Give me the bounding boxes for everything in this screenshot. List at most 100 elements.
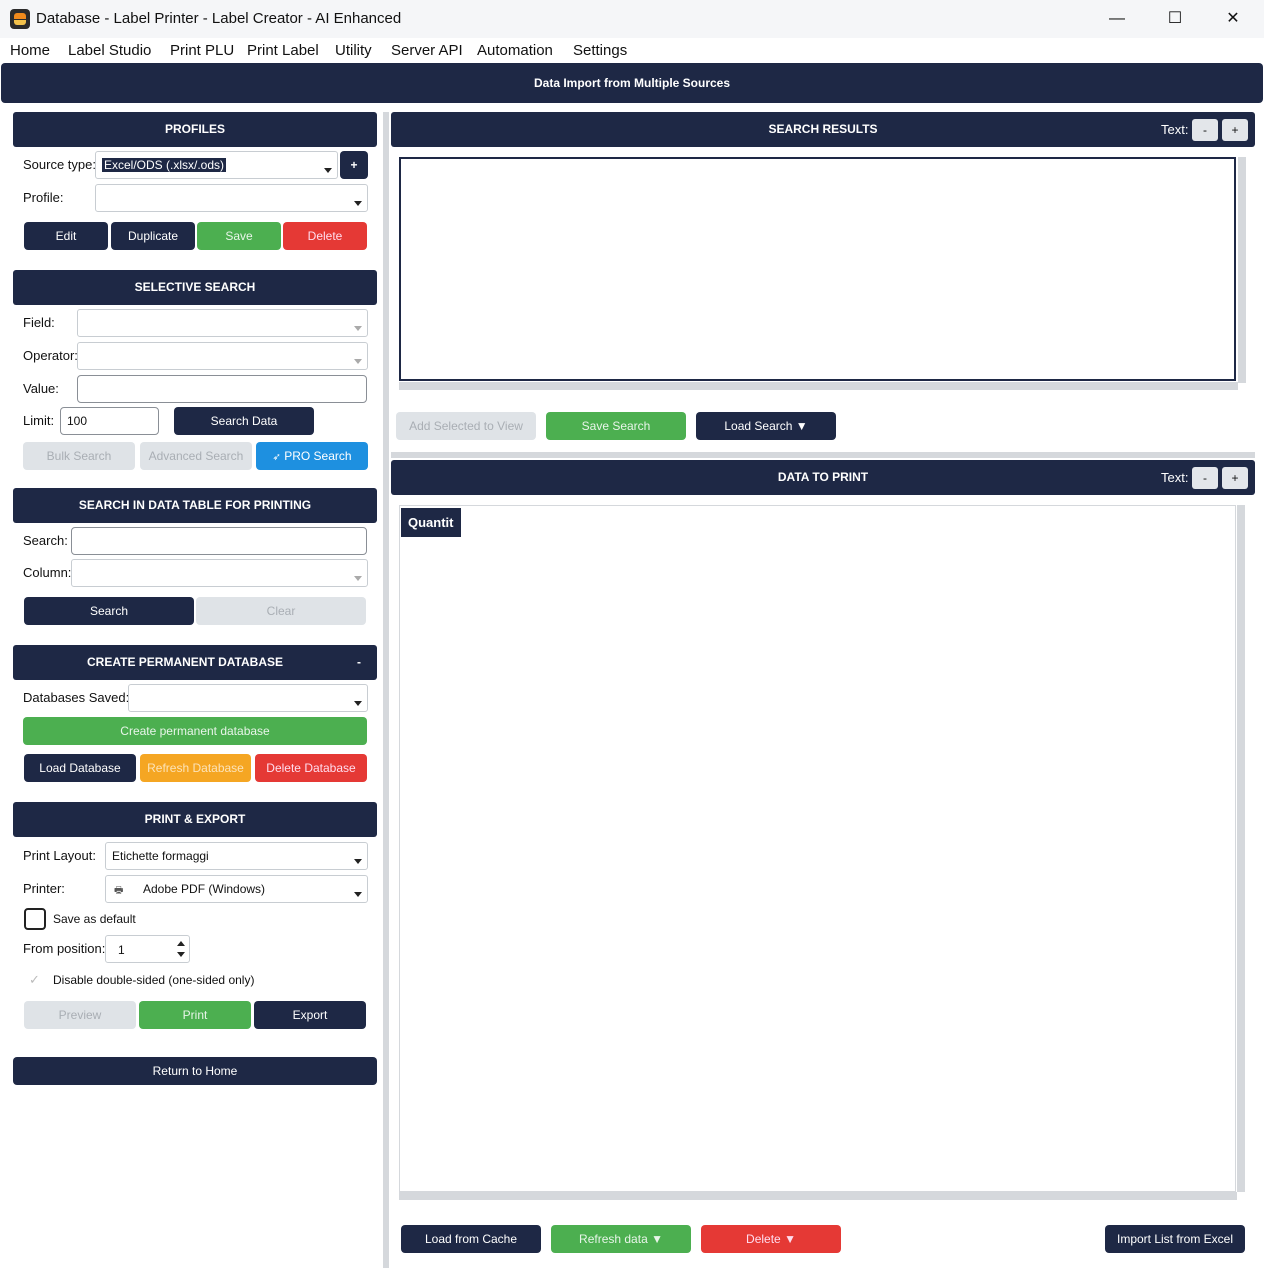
- column-label: Column:: [23, 565, 72, 580]
- disable-double-label: Disable double-sided (one-sided only): [53, 973, 255, 987]
- advanced-search-button[interactable]: Advanced Search: [140, 442, 252, 470]
- delete-data-button[interactable]: Delete ▼: [701, 1225, 841, 1253]
- limit-input[interactable]: 100: [60, 407, 159, 435]
- load-search-button[interactable]: Load Search ▼: [696, 412, 836, 440]
- search-data-button[interactable]: Search Data: [174, 407, 314, 435]
- search-results-title: SEARCH RESULTS: [768, 122, 878, 136]
- duplicate-profile-button[interactable]: Duplicate: [111, 222, 195, 250]
- source-type-select[interactable]: Excel/ODS (.xlsx/.ods): [95, 151, 338, 179]
- field-select[interactable]: [77, 309, 368, 337]
- text-size-label: Text:: [1161, 122, 1189, 137]
- results-horizontal-scrollbar[interactable]: [399, 382, 1238, 390]
- chevron-down-icon: [354, 892, 362, 897]
- printer-label: Printer:: [23, 881, 65, 896]
- save-default-checkbox[interactable]: [24, 908, 46, 930]
- profiles-header: PROFILES: [13, 112, 377, 147]
- refresh-data-button[interactable]: Refresh data ▼: [551, 1225, 691, 1253]
- page-header: Data Import from Multiple Sources: [1, 63, 1263, 103]
- pro-search-button[interactable]: ➶ PRO Search: [256, 442, 368, 470]
- from-position-spinbox[interactable]: 1: [105, 935, 190, 963]
- profile-label: Profile:: [23, 190, 64, 205]
- data-to-print-title: DATA TO PRINT: [777, 470, 869, 484]
- preview-button[interactable]: Preview: [24, 1001, 136, 1029]
- print-horizontal-scrollbar[interactable]: [399, 1192, 1237, 1200]
- load-database-button[interactable]: Load Database: [24, 754, 136, 782]
- value-input[interactable]: [77, 375, 367, 403]
- delete-profile-button[interactable]: Delete: [283, 222, 367, 250]
- bulk-search-button[interactable]: Bulk Search: [23, 442, 135, 470]
- data-to-print-table[interactable]: [399, 505, 1236, 1192]
- close-button[interactable]: ✕: [1204, 0, 1262, 38]
- import-excel-button[interactable]: Import List from Excel: [1105, 1225, 1245, 1253]
- chevron-up-icon[interactable]: [177, 941, 185, 946]
- load-cache-button[interactable]: Load from Cache: [401, 1225, 541, 1253]
- text-decrease-button[interactable]: -: [1192, 467, 1218, 489]
- menu-server-api[interactable]: Server API: [391, 42, 463, 59]
- print-layout-value: Etichette formaggi: [112, 849, 209, 863]
- printer-icon: 🖶: [114, 885, 124, 896]
- databases-saved-label: Databases Saved:: [23, 690, 130, 705]
- table-search-button[interactable]: Search: [24, 597, 194, 625]
- from-position-label: From position:: [23, 941, 106, 956]
- column-header-quantity[interactable]: Quantit: [401, 508, 461, 537]
- source-type-value: Excel/ODS (.xlsx/.ods): [102, 158, 227, 172]
- print-layout-select[interactable]: Etichette formaggi: [105, 842, 368, 870]
- text-size-label: Text:: [1161, 470, 1189, 485]
- save-default-label: Save as default: [53, 912, 136, 926]
- save-search-button[interactable]: Save Search: [546, 412, 686, 440]
- results-vertical-scrollbar[interactable]: [1238, 157, 1246, 383]
- chevron-down-icon: [354, 359, 362, 364]
- export-button[interactable]: Export: [254, 1001, 366, 1029]
- check-icon[interactable]: ✓: [29, 972, 40, 988]
- menu-utility[interactable]: Utility: [335, 42, 372, 59]
- menu-bar: Home Label Studio Print PLU Print Label …: [0, 38, 1264, 63]
- edit-profile-button[interactable]: Edit: [24, 222, 108, 250]
- data-to-print-header: DATA TO PRINT Text: - +: [391, 460, 1255, 495]
- add-selected-button[interactable]: Add Selected to View: [396, 412, 536, 440]
- menu-print-label[interactable]: Print Label: [247, 42, 319, 59]
- search-results-table[interactable]: [399, 157, 1236, 381]
- table-search-input[interactable]: [71, 527, 367, 555]
- menu-settings[interactable]: Settings: [573, 42, 627, 59]
- table-search-header: SEARCH IN DATA TABLE FOR PRINTING: [13, 488, 377, 523]
- menu-label-studio[interactable]: Label Studio: [68, 42, 151, 59]
- text-decrease-button[interactable]: -: [1192, 119, 1218, 141]
- clear-button[interactable]: Clear: [196, 597, 366, 625]
- horizontal-splitter[interactable]: [391, 452, 1255, 458]
- text-increase-button[interactable]: +: [1222, 119, 1248, 141]
- maximize-button[interactable]: ☐: [1146, 0, 1204, 38]
- column-select[interactable]: [71, 559, 368, 587]
- operator-select[interactable]: [77, 342, 368, 370]
- chevron-down-icon: [354, 859, 362, 864]
- return-home-button[interactable]: Return to Home: [13, 1057, 377, 1085]
- profile-select[interactable]: [95, 184, 368, 212]
- printer-value: Adobe PDF (Windows): [143, 882, 266, 896]
- from-position-value: 1: [118, 943, 125, 957]
- refresh-database-button[interactable]: Refresh Database: [140, 754, 251, 782]
- minimize-button[interactable]: —: [1088, 0, 1146, 38]
- print-vertical-scrollbar[interactable]: [1237, 505, 1245, 1192]
- collapse-button[interactable]: -: [357, 645, 361, 680]
- create-database-button[interactable]: Create permanent database: [23, 717, 367, 745]
- title-bar: Database - Label Printer - Label Creator…: [0, 0, 1264, 38]
- menu-home[interactable]: Home: [10, 42, 50, 59]
- chevron-down-icon[interactable]: [177, 952, 185, 957]
- text-increase-button[interactable]: +: [1222, 467, 1248, 489]
- menu-automation[interactable]: Automation: [477, 42, 553, 59]
- databases-saved-select[interactable]: [128, 684, 368, 712]
- printer-select[interactable]: 🖶 Adobe PDF (Windows): [105, 875, 368, 903]
- chevron-down-icon: [324, 168, 332, 173]
- print-layout-label: Print Layout:: [23, 848, 96, 863]
- save-profile-button[interactable]: Save: [197, 222, 281, 250]
- menu-print-plu[interactable]: Print PLU: [170, 42, 234, 59]
- source-type-label: Source type:: [23, 157, 96, 172]
- rocket-icon: ➶: [272, 452, 281, 463]
- permanent-db-header: CREATE PERMANENT DATABASE -: [13, 645, 377, 680]
- field-label: Field:: [23, 315, 55, 330]
- print-button[interactable]: Print: [139, 1001, 251, 1029]
- pro-search-label: PRO Search: [284, 449, 352, 463]
- add-source-button[interactable]: +: [340, 151, 368, 179]
- operator-label: Operator:: [23, 348, 78, 363]
- panel-splitter[interactable]: [383, 112, 389, 1268]
- delete-database-button[interactable]: Delete Database: [255, 754, 367, 782]
